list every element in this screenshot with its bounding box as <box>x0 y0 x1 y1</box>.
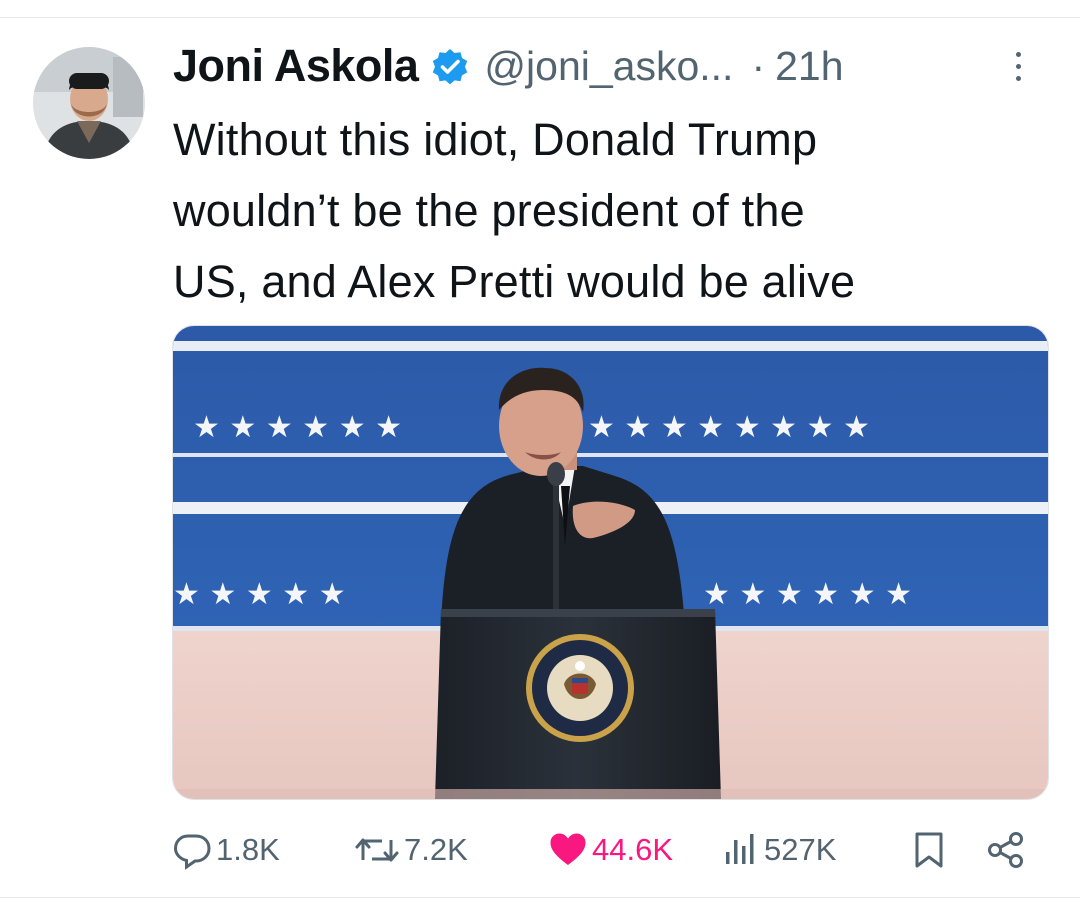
tweet-photo[interactable]: ★ ★ ★ ★ ★ ★ ★ ★ ★ ★ ★ ★ ★ ★ ★ ★ ★ ★ ★ ★ … <box>172 325 1049 800</box>
repost-icon <box>355 838 399 862</box>
avatar-photo <box>33 47 145 159</box>
like-count: 44.6K <box>592 832 674 867</box>
reply-count: 1.8K <box>216 832 280 867</box>
tweet-text-line: US, and Alex Pretti would be alive <box>173 256 856 307</box>
heart-icon <box>550 833 586 865</box>
author-handle[interactable]: @joni_asko... <box>484 43 733 90</box>
verified-badge-icon <box>433 49 468 85</box>
tweet-text-line: Without this idiot, Donald Trump <box>173 114 818 165</box>
presidential-seal-icon <box>526 634 634 742</box>
share-icon <box>988 832 1023 868</box>
repost-button[interactable]: 7.2K <box>354 820 468 880</box>
views-button[interactable]: 527K <box>724 820 836 880</box>
share-button[interactable] <box>986 820 1026 880</box>
svg-text:★ ★ ★ ★ ★ ★ ★ ★: ★ ★ ★ ★ ★ ★ ★ ★ <box>588 410 870 445</box>
repost-count: 7.2K <box>404 832 468 867</box>
author-display-name[interactable]: Joni Askola <box>173 40 419 92</box>
svg-text:★ ★ ★ ★ ★ ★: ★ ★ ★ ★ ★ ★ <box>703 577 912 612</box>
views-icon <box>726 834 754 864</box>
header-separator: · <box>751 42 766 89</box>
svg-text:★ ★ ★ ★ ★ ★: ★ ★ ★ ★ ★ ★ <box>193 410 402 445</box>
views-count: 527K <box>764 832 837 867</box>
reply-icon <box>173 834 211 870</box>
bottom-divider <box>0 897 1080 898</box>
author-avatar[interactable] <box>33 47 145 159</box>
bookmark-icon <box>915 832 943 868</box>
like-button[interactable]: 44.6K <box>548 820 673 880</box>
tweet-header: Joni Askola @joni_asko... · 21h <box>173 36 844 96</box>
tweet-action-bar: 1.8K 7.2K 44.6K 527K <box>0 820 1080 880</box>
top-divider <box>0 17 1080 18</box>
tweet-text-line: wouldn’t be the president of the <box>173 185 805 236</box>
more-vertical-icon[interactable] <box>1012 52 1024 92</box>
svg-text:★ ★ ★ ★ ★: ★ ★ ★ ★ ★ <box>173 577 346 612</box>
reply-button[interactable]: 1.8K <box>172 820 280 880</box>
tweet-text: Without this idiot, Donald Trump wouldn’… <box>173 104 1053 317</box>
bookmark-button[interactable] <box>912 820 946 880</box>
tweet-timestamp[interactable]: 21h <box>775 43 843 90</box>
